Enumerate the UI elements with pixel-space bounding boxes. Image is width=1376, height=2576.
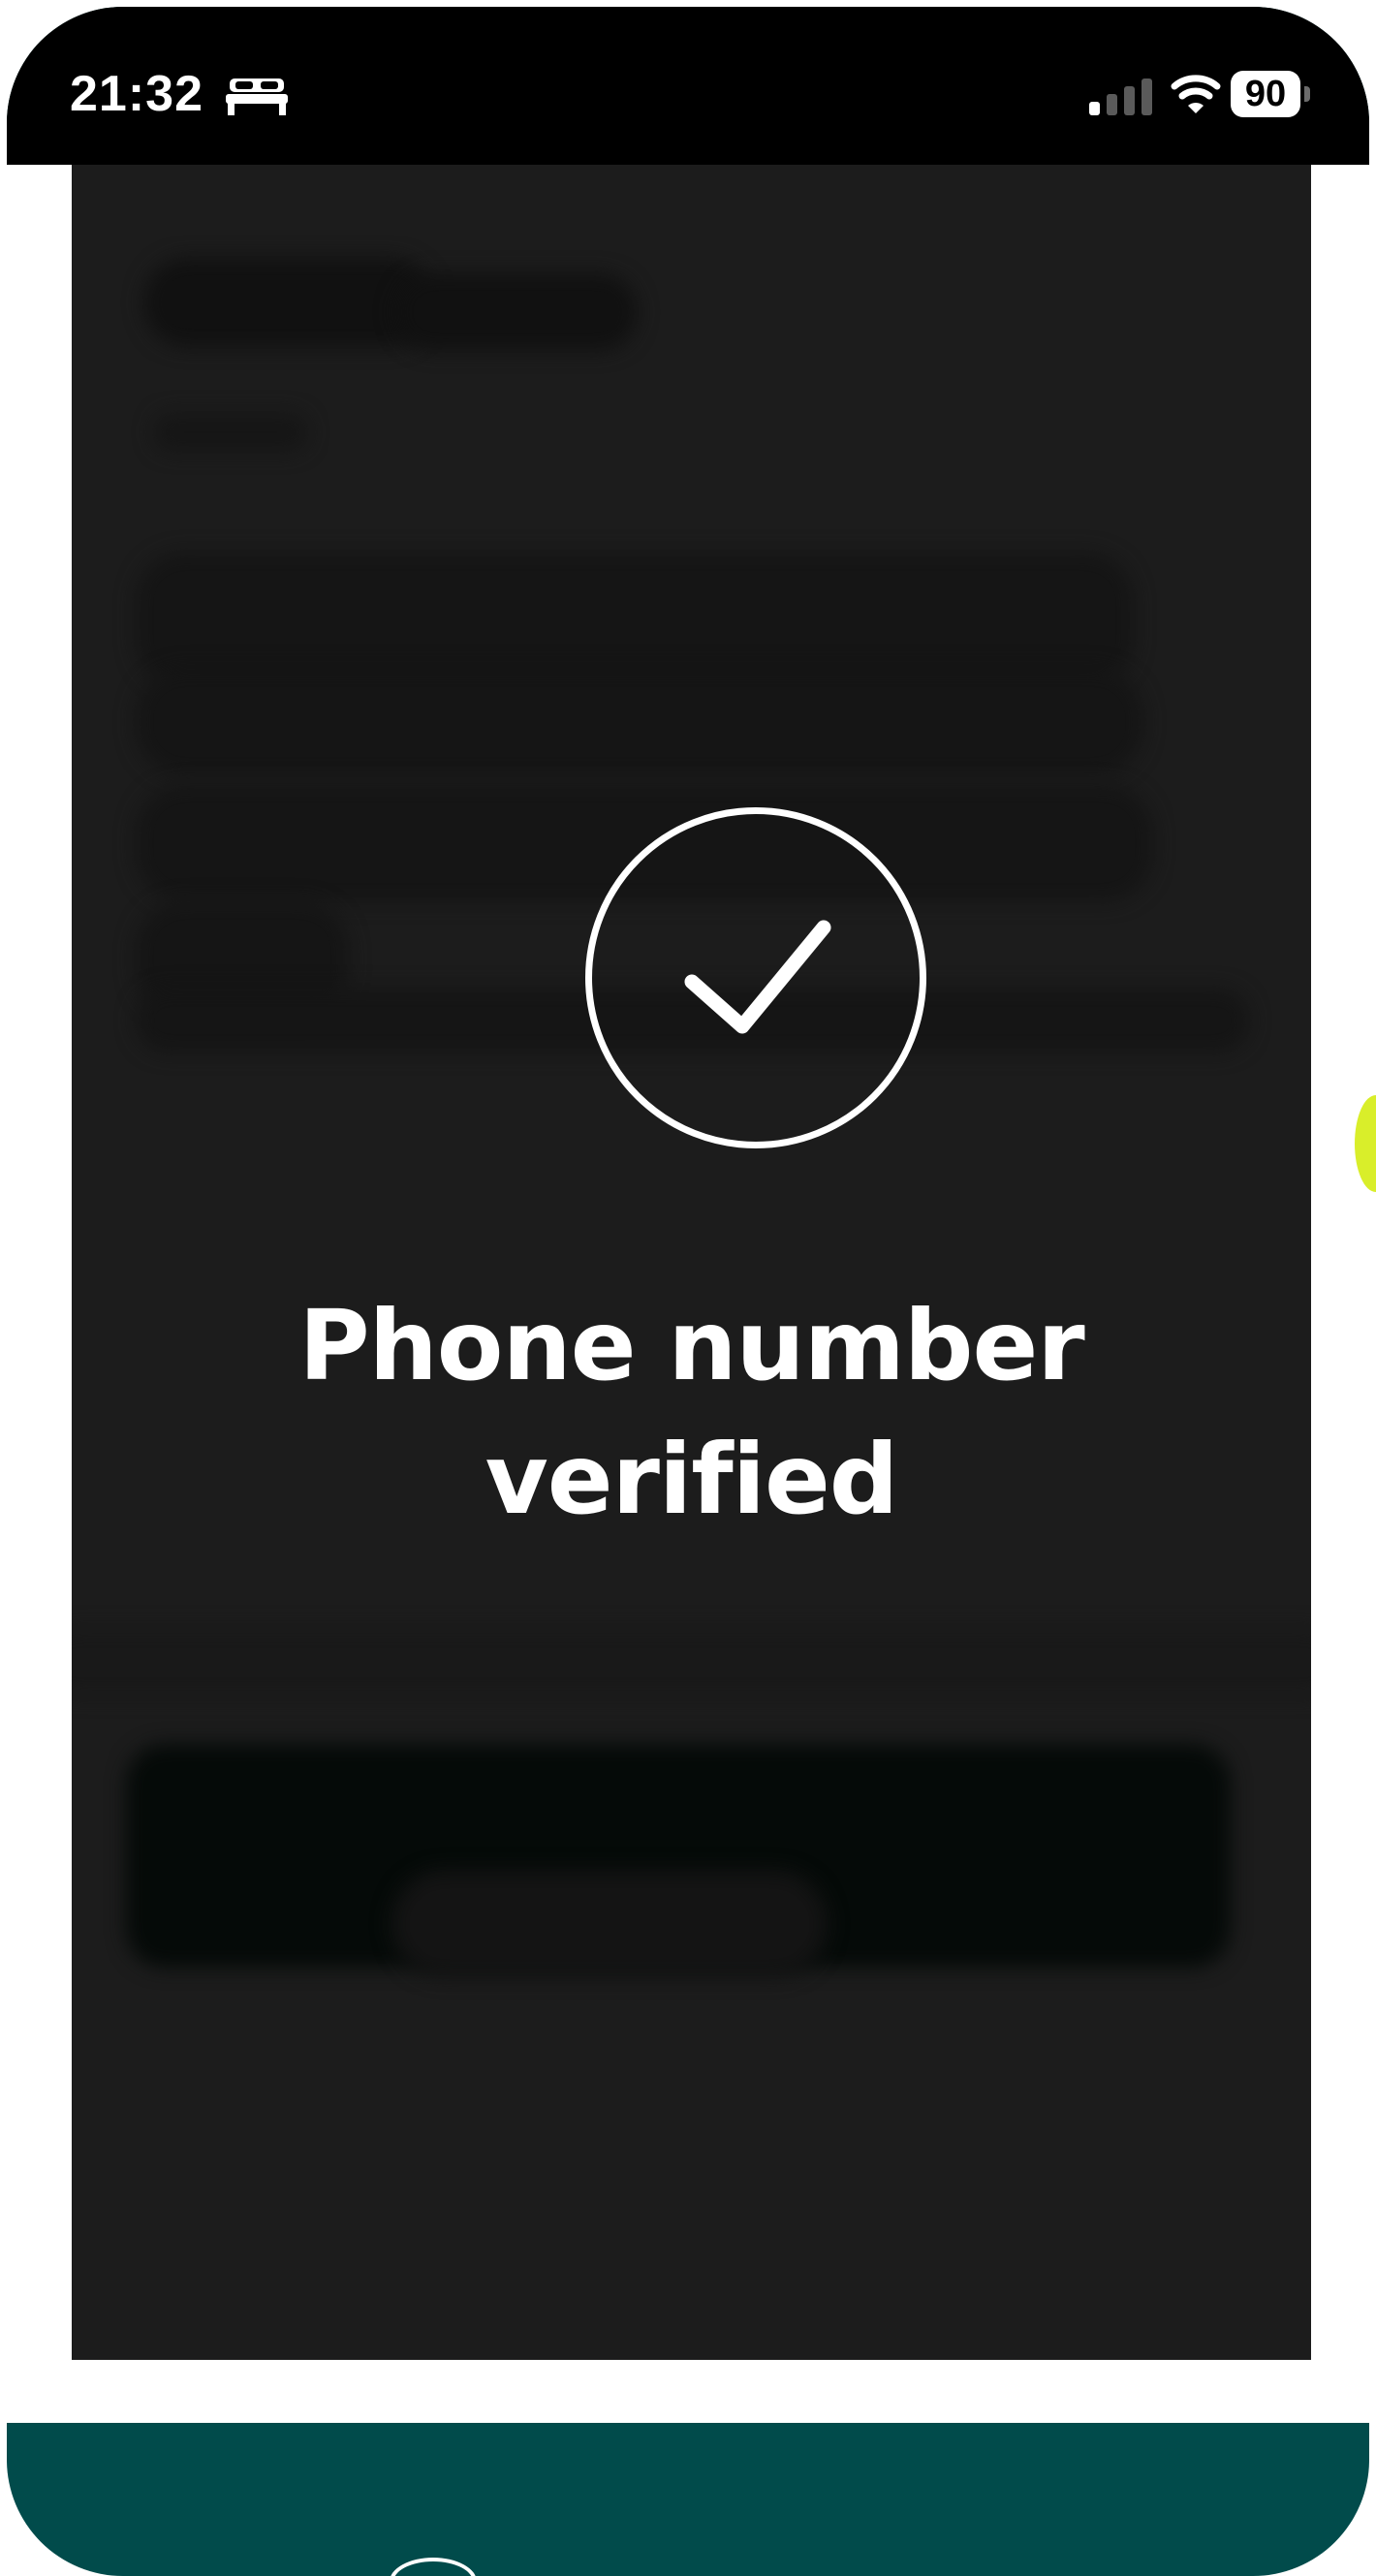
status-time: 21:32 xyxy=(70,66,203,122)
blurred-content xyxy=(136,552,1134,688)
blurred-content xyxy=(153,413,308,452)
check-circle-icon xyxy=(585,807,926,1148)
status-bar: 21:32 90 xyxy=(7,7,1369,165)
blurred-content xyxy=(136,669,1143,775)
blurred-content xyxy=(72,1628,1311,1696)
phone-frame: 21:32 90 Phone number verified xyxy=(7,7,1369,2576)
battery-level: 90 xyxy=(1244,74,1287,114)
blurred-link xyxy=(391,1870,828,1977)
battery-icon: 90 xyxy=(1231,71,1312,119)
blurred-content xyxy=(395,273,638,351)
verification-title: Phone number verified xyxy=(298,1289,1084,1536)
bed-icon xyxy=(226,79,288,115)
verification-overlay: Phone number verified xyxy=(72,165,1311,2360)
cellular-signal-icon xyxy=(1089,79,1152,115)
app-content: Phone number verified xyxy=(7,165,1369,2423)
home-indicator xyxy=(390,2558,477,2576)
wifi-icon xyxy=(1171,75,1221,113)
checkmark-icon xyxy=(684,920,831,1034)
battery-cap xyxy=(1304,86,1310,102)
blurred-content xyxy=(143,258,434,347)
